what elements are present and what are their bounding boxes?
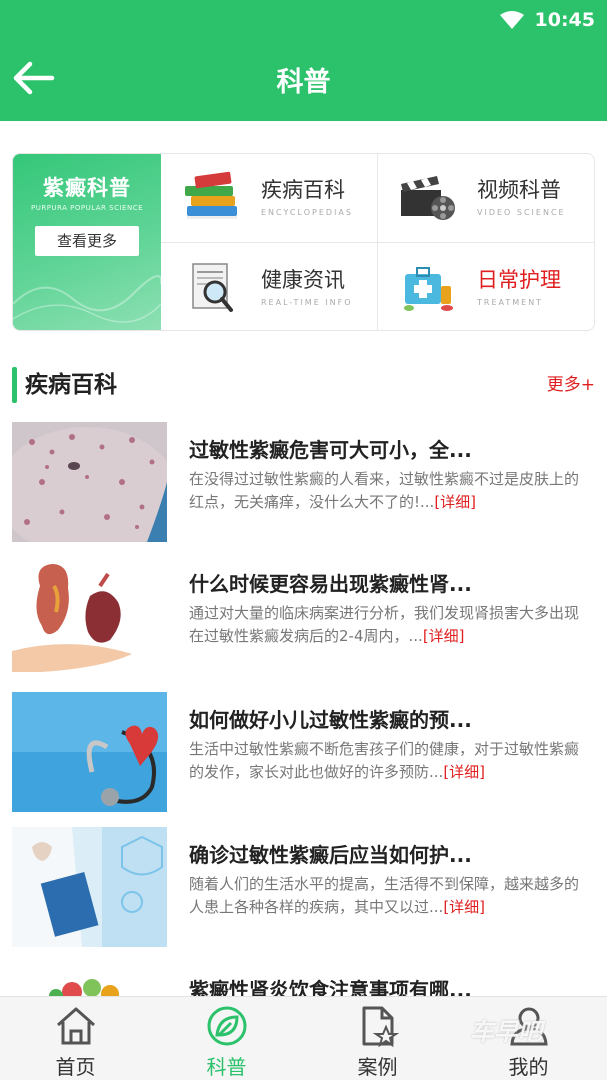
banner-title: 紫癜科普: [43, 176, 131, 200]
status-bar: 10:45: [499, 6, 595, 34]
grid-item-encyclopedia[interactable]: 疾病百科 ENCYCLOPEDIAS: [163, 154, 380, 242]
article-thumbnail: [12, 422, 167, 542]
newspaper-magnifier-icon: [192, 263, 233, 312]
article-summary: 随着人们的生活水平的提高，生活得不到保障，越来越多的人患上各种各样的疾病，其中又…: [189, 875, 580, 916]
grid-item-daily-care[interactable]: 日常护理 TREATMENT: [379, 244, 594, 330]
view-more-button[interactable]: 查看更多: [35, 226, 139, 256]
leaf-icon: [207, 1006, 247, 1046]
article-summary: 在没得过过敏性紫癜的人看来，过敏性紫癜不过是皮肤上的红点，无关痛痒，没什么大不了…: [189, 470, 580, 511]
watermark: 车早吧: [470, 1018, 542, 1046]
banner-decoration: [13, 275, 161, 323]
page-title: 科普: [276, 67, 331, 98]
article-title: 如何做好小儿过敏性紫癜的预...: [189, 708, 472, 732]
app-header: 10:45 科普: [0, 0, 607, 121]
document-star-icon: [362, 1006, 400, 1047]
article-detail-link[interactable]: [详细]: [443, 763, 485, 781]
home-icon: [57, 1007, 95, 1045]
tab-label: 科普: [206, 1055, 247, 1079]
grid-item-label: 日常护理: [477, 268, 561, 292]
books-icon: [185, 171, 237, 219]
grid-divider: [161, 242, 594, 243]
status-time: 10:45: [534, 9, 595, 31]
section-more-link[interactable]: 更多+: [547, 370, 595, 395]
article-item[interactable]: 什么时候更容易出现紫癜性肾... 通过对大量的临床病案进行分析，我们发现肾损害大…: [12, 556, 595, 676]
article-item[interactable]: 确诊过敏性紫癜后应当如何护... 随着人们的生活水平的提高，生活得不到保障，越来…: [12, 827, 595, 947]
quick-entry-grid: 紫癜科普 PURPURA POPULAR SCIENCE 查看更多 疾病百科 E…: [12, 153, 595, 331]
grid-item-label: 视频科普: [477, 178, 561, 202]
article-item[interactable]: 过敏性紫癜危害可大可小，全... 在没得过过敏性紫癜的人看来，过敏性紫癜不过是皮…: [12, 422, 595, 542]
tab-cases[interactable]: 案例: [302, 997, 453, 1080]
grid-item-subtitle: VIDEO SCIENCE: [477, 208, 566, 217]
grid-item-label: 疾病百科: [261, 178, 345, 202]
grid-item-subtitle: REAL-TIME INFO: [261, 298, 353, 307]
tab-label: 首页: [55, 1055, 96, 1079]
article-detail-link[interactable]: [详细]: [423, 627, 465, 645]
section-title: 疾病百科: [25, 372, 117, 398]
article-thumbnail: [12, 692, 167, 812]
section-accent-bar: [12, 367, 17, 403]
article-item[interactable]: 如何做好小儿过敏性紫癜的预... 生活中过敏性紫癜不断危害孩子们的健康，对于过敏…: [12, 692, 595, 812]
grid-item-health-info[interactable]: 健康资讯 REAL-TIME INFO: [163, 244, 380, 330]
tab-home[interactable]: 首页: [0, 997, 151, 1080]
tab-label: 我的: [508, 1055, 549, 1079]
banner-subtitle: PURPURA POPULAR SCIENCE: [30, 204, 144, 212]
article-thumbnail: [12, 827, 167, 947]
grid-item-label: 健康资讯: [261, 268, 345, 292]
article-summary: 生活中过敏性紫癜不断危害孩子们的健康，对于过敏性紫癜的发作，家长对此也做好的许多…: [189, 740, 580, 781]
tab-label: 案例: [357, 1055, 398, 1079]
article-detail-link[interactable]: [详细]: [434, 493, 476, 511]
clapperboard-icon: [401, 176, 455, 220]
article-title: 过敏性紫癜危害可大可小，全...: [189, 438, 472, 462]
grid-item-subtitle: TREATMENT: [477, 298, 544, 307]
article-detail-link[interactable]: [详细]: [443, 898, 485, 916]
wifi-icon: [499, 11, 524, 29]
article-summary: 通过对大量的临床病案进行分析，我们发现肾损害大多出现在过敏性紫癜发病后的2-4周…: [189, 604, 580, 645]
medicine-kit-icon: [404, 267, 453, 311]
article-title: 确诊过敏性紫癜后应当如何护...: [189, 843, 472, 867]
article-title: 什么时候更容易出现紫癜性肾...: [189, 572, 472, 596]
grid-item-video[interactable]: 视频科普 VIDEO SCIENCE: [379, 154, 594, 242]
article-thumbnail: [12, 556, 167, 676]
purpura-science-banner[interactable]: 紫癜科普 PURPURA POPULAR SCIENCE 查看更多: [13, 154, 161, 330]
grid-item-subtitle: ENCYCLOPEDIAS: [261, 208, 353, 217]
tab-science[interactable]: 科普: [151, 997, 302, 1080]
